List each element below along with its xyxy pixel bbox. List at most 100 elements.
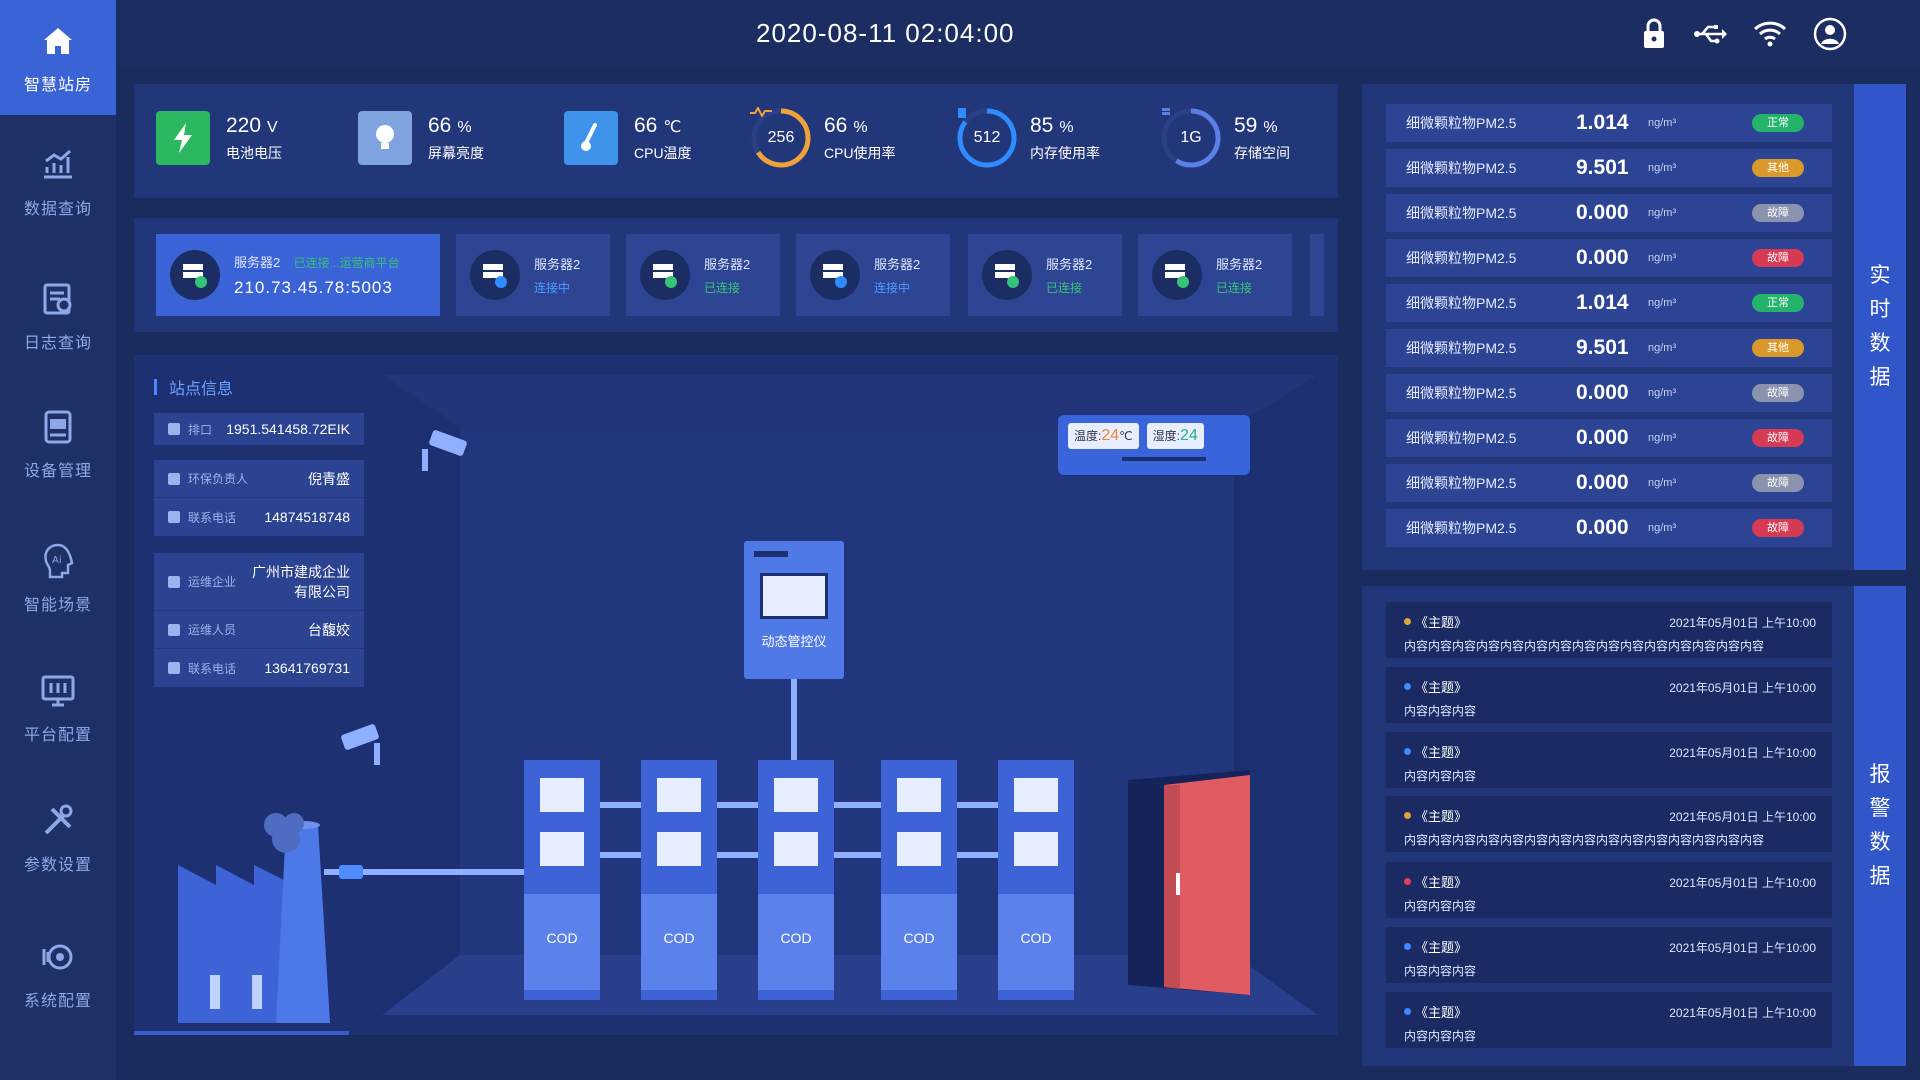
- server-cloud-icon: [640, 250, 690, 300]
- server-name: 服务器2: [234, 255, 281, 270]
- station-scene: 站点信息 排口 1951.541458.72EIK 环保负责人 倪青盛 联系电话 14…: [134, 355, 1338, 1035]
- server-card[interactable]: 服务器2 已连接: [968, 234, 1122, 316]
- realtime-row[interactable]: 细微颗粒物PM2.5 9.501 ng/m³ 其他: [1386, 149, 1832, 187]
- status-badge: 故障: [1752, 204, 1804, 222]
- server-cloud-icon: [470, 250, 520, 300]
- gear-icon: [657, 778, 701, 812]
- cod-analyzer[interactable]: COD: [998, 760, 1074, 1000]
- nav-label: 系统配置: [23, 992, 92, 1010]
- memory-value: 85: [1030, 114, 1054, 137]
- bar-chart-icon: [657, 832, 701, 866]
- sidebar: 智慧站房 数据查询 日志查询 设备管理 Ai 智能场景 平台配置 参数设置 系统…: [0, 0, 116, 1080]
- realtime-row[interactable]: 细微颗粒物PM2.5 0.000 ng/m³ 故障: [1386, 239, 1832, 277]
- status-badge: 其他: [1752, 339, 1804, 357]
- server-status: 已连接: [1216, 281, 1253, 295]
- realtime-row[interactable]: 细微颗粒物PM2.5 1.014 ng/m³ 正常: [1386, 104, 1832, 142]
- camera-icon: [341, 724, 380, 765]
- stat-storage: 1G 59% 存储空间: [1160, 108, 1290, 168]
- alarm-row[interactable]: 《主题》 2021年05月01日 上午10:00 内容内容内容内容内容内容内容内容内…: [1386, 602, 1832, 658]
- nav-home[interactable]: 智慧站房: [0, 0, 116, 115]
- alarm-row[interactable]: 《主题》 2021年05月01日 上午10:00 内容内容内容内容内容内容内容内容内…: [1386, 796, 1832, 852]
- nav-device[interactable]: 设备管理: [0, 386, 116, 501]
- server-cloud-icon: [1152, 250, 1202, 300]
- cod-analyzer[interactable]: COD: [881, 760, 957, 1000]
- alarm-row[interactable]: 《主题》 2021年05月01日 上午10:00 内容内容内容: [1386, 992, 1832, 1048]
- ac-readout: 温度:24℃ 湿度:24: [1068, 423, 1240, 449]
- wifi-icon[interactable]: [1752, 16, 1788, 52]
- outlet-box: 排口 1951.541458.72EIK: [154, 413, 364, 445]
- realtime-row[interactable]: 细微颗粒物PM2.5 9.501 ng/m³ 其他: [1386, 329, 1832, 367]
- server-card[interactable]: 服务器2 已连接: [626, 234, 780, 316]
- server-card[interactable]: 服务器2 已连接...运营商平台 210.73.45.78:5003: [156, 234, 440, 316]
- ops-phone-value: 13641769731: [264, 660, 350, 676]
- nav-ai-scene[interactable]: Ai 智能场景: [0, 520, 116, 635]
- cod-analyzer[interactable]: COD: [641, 760, 717, 1000]
- server-name: 服务器2: [704, 257, 751, 272]
- alarm-row[interactable]: 《主题》 2021年05月01日 上午10:00 内容内容内容: [1386, 927, 1832, 983]
- location-pin-icon: [168, 423, 180, 435]
- analyzer-label: COD: [998, 894, 1074, 990]
- usb-icon[interactable]: [1692, 16, 1728, 52]
- gear-icon: [1014, 778, 1058, 812]
- stat-cpu-temp: 66 ℃ CPU温度: [564, 108, 692, 168]
- user-avatar-icon[interactable]: [1812, 16, 1848, 52]
- server-status: 已连接: [704, 281, 741, 295]
- server-card[interactable]: 服务器2 已连接: [1138, 234, 1292, 316]
- server-cloud-icon: [810, 250, 860, 300]
- storage-value: 59: [1234, 114, 1258, 137]
- server-card[interactable]: 服务器2 连接中: [796, 234, 950, 316]
- alarm-row[interactable]: 《主题》 2021年05月01日 上午10:00 内容内容内容: [1386, 862, 1832, 918]
- env-owner-key: 环保负责人: [188, 472, 249, 486]
- tab-realtime-data[interactable]: 实时数据: [1854, 84, 1906, 570]
- ops-person-value: 台馥姣: [308, 621, 350, 638]
- room-illustration: [134, 375, 1318, 1035]
- brightness-label: 屏幕亮度: [428, 145, 484, 161]
- storage-ring: 1G: [1160, 107, 1222, 169]
- nav-log-query[interactable]: 日志查询: [0, 258, 116, 373]
- server-status: 连接中: [534, 281, 571, 295]
- chart-icon: [44, 149, 72, 178]
- realtime-row[interactable]: 细微颗粒物PM2.5 0.000 ng/m³ 故障: [1386, 194, 1832, 232]
- datetime: 2020-08-11 02:04:00: [756, 18, 1015, 48]
- stats-panel: 220 V 电池电压 66% 屏幕亮度 66 ℃ CPU温度 256 66% CPU使用率 …: [134, 84, 1338, 198]
- realtime-row[interactable]: 细微颗粒物PM2.5 0.000 ng/m³ 故障: [1386, 419, 1832, 457]
- server-card-partial: [1310, 234, 1324, 316]
- realtime-row[interactable]: 细微颗粒物PM2.5 0.000 ng/m³ 故障: [1386, 509, 1832, 547]
- outlet-key: 排口: [188, 422, 213, 437]
- realtime-row[interactable]: 细微颗粒物PM2.5 0.000 ng/m³ 故障: [1386, 464, 1832, 502]
- nav-platform[interactable]: 平台配置: [0, 650, 116, 765]
- database-icon: [1162, 108, 1170, 115]
- bar-chart-icon: [774, 832, 818, 866]
- alarm-dot: [1404, 683, 1411, 690]
- storage-label: 存储空间: [1234, 145, 1290, 161]
- server-name: 服务器2: [874, 257, 921, 272]
- cod-analyzer[interactable]: COD: [758, 760, 834, 1000]
- realtime-row[interactable]: 细微颗粒物PM2.5 1.014 ng/m³ 正常: [1386, 284, 1832, 322]
- server-status: 已连接...运营商平台: [293, 256, 400, 270]
- alarm-row[interactable]: 《主题》 2021年05月01日 上午10:00 内容内容内容: [1386, 667, 1832, 723]
- nav-params[interactable]: 参数设置: [0, 780, 116, 895]
- server-address: 210.73.45.78:5003: [234, 278, 393, 297]
- nav-label: 智慧站房: [23, 76, 92, 94]
- bar-chart-icon: [540, 832, 584, 866]
- tab-alarm-data[interactable]: 报警数据: [1854, 586, 1906, 1066]
- thermometer-icon: [564, 111, 618, 165]
- alarm-row[interactable]: 《主题》 2021年05月01日 上午10:00 内容内容内容: [1386, 732, 1832, 788]
- dynamic-controller[interactable]: 动态管控仪: [744, 541, 844, 679]
- cod-analyzer[interactable]: COD: [524, 760, 600, 1000]
- realtime-row[interactable]: 细微颗粒物PM2.5 0.000 ng/m³ 故障: [1386, 374, 1832, 412]
- env-phone-value: 14874518748: [264, 509, 350, 525]
- alarm-dot: [1404, 878, 1411, 885]
- stat-memory: 512 85% 内存使用率: [956, 108, 1100, 168]
- system-icon: [42, 944, 73, 969]
- cpu-ring-value: 256: [767, 129, 795, 146]
- server-card[interactable]: 服务器2 连接中: [456, 234, 610, 316]
- alarm-dot: [1404, 618, 1411, 625]
- voltage-unit: V: [267, 119, 278, 136]
- nav-data-query[interactable]: 数据查询: [0, 124, 116, 239]
- lock-icon[interactable]: [1636, 16, 1672, 52]
- voltage-value: 220: [226, 114, 262, 137]
- alarm-dot: [1404, 812, 1411, 819]
- nav-system[interactable]: 系统配置: [0, 916, 116, 1031]
- ai-icon: Ai: [44, 543, 74, 578]
